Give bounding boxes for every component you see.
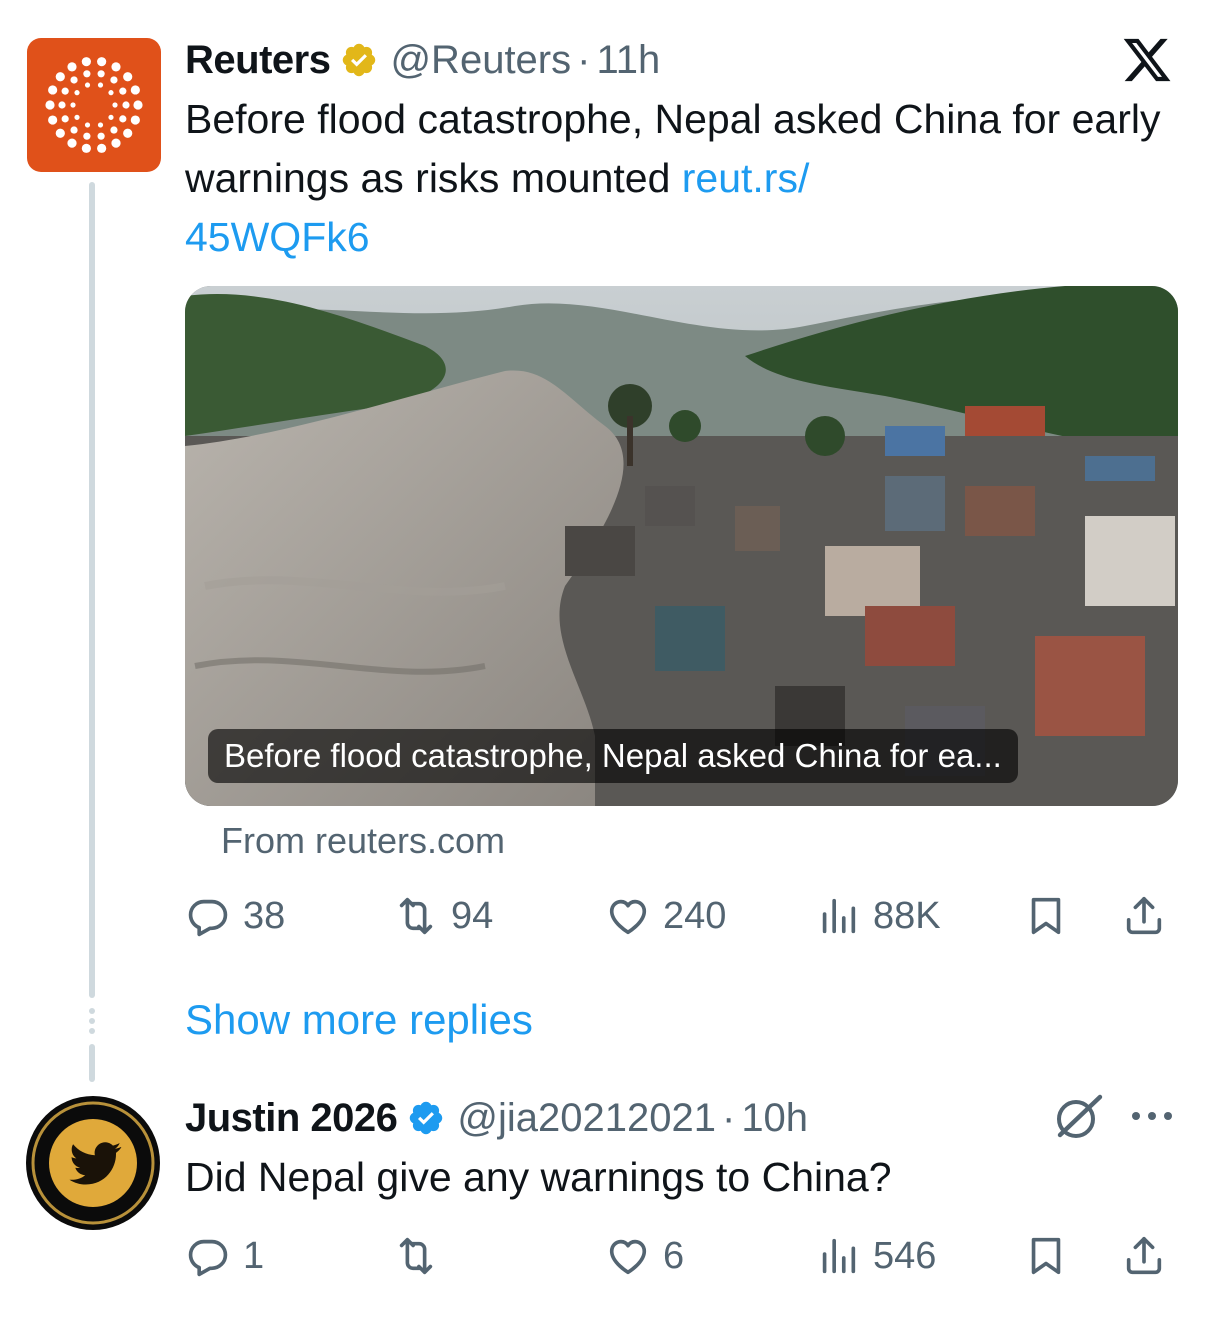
reply-icon <box>188 1239 228 1277</box>
reply-icon <box>188 899 228 937</box>
repost-icon <box>399 897 433 935</box>
views-icon <box>822 898 856 934</box>
like-icon <box>609 1239 647 1275</box>
x-logo-icon[interactable] <box>1118 34 1176 86</box>
grok-icon[interactable] <box>1050 1092 1106 1142</box>
bookmark-icon <box>1031 897 1061 935</box>
card-source[interactable]: From reuters.com <box>221 820 505 862</box>
views-button[interactable]: 546 <box>815 1226 936 1286</box>
like-button[interactable]: 6 <box>605 1226 684 1286</box>
thread-line <box>89 182 95 998</box>
flood-photo <box>185 286 1178 806</box>
share-button[interactable] <box>1121 1226 1167 1286</box>
tweet-actions: 38 94 240 88K <box>185 886 1175 946</box>
repost-icon <box>399 1237 433 1275</box>
bookmark-icon <box>1031 1237 1061 1275</box>
share-button[interactable] <box>1121 886 1167 946</box>
like-count: 240 <box>663 894 727 937</box>
reply-text: Did Nepal give any warnings to China? <box>185 1154 892 1200</box>
reuters-logo-icon <box>45 57 143 153</box>
link-card-image[interactable] <box>185 286 1178 806</box>
views-button[interactable]: 88K <box>815 886 941 946</box>
bookmark-button[interactable] <box>1023 1226 1069 1286</box>
show-more-replies-link[interactable]: Show more replies <box>185 996 533 1044</box>
separator: · <box>577 37 591 82</box>
reuters-avatar[interactable] <box>27 38 161 172</box>
views-count: 546 <box>873 1234 937 1277</box>
views-count: 88K <box>873 894 941 937</box>
author-name[interactable]: Reuters <box>185 38 331 83</box>
thread-line-lower <box>89 1044 95 1082</box>
bookmark-button[interactable] <box>1023 886 1069 946</box>
views-icon <box>822 1238 856 1274</box>
share-icon <box>1126 896 1162 935</box>
share-icon <box>1126 1236 1162 1275</box>
reply-time[interactable]: 10h <box>741 1096 808 1141</box>
repost-button[interactable] <box>393 1226 451 1286</box>
reply-count: 38 <box>243 894 286 937</box>
thread-gap-dots <box>89 1008 95 1034</box>
tweet-body: Before flood catastrophe, Nepal asked Ch… <box>185 96 1161 201</box>
justin-avatar[interactable] <box>26 1096 160 1230</box>
reply-author-name[interactable]: Justin 2026 <box>185 1096 398 1141</box>
more-icon[interactable] <box>1128 1102 1176 1130</box>
tweet-time[interactable]: 11h <box>596 38 660 83</box>
tweet-link-part1[interactable]: reut.rs/ <box>682 155 810 201</box>
repost-button[interactable]: 94 <box>393 886 493 946</box>
separator: · <box>721 1095 736 1140</box>
reply-button[interactable]: 38 <box>185 886 285 946</box>
card-caption: Before flood catastrophe, Nepal asked Ch… <box>208 729 1018 783</box>
like-icon <box>609 899 647 935</box>
like-count: 6 <box>663 1234 685 1277</box>
tweet-link-part2[interactable]: 45WQFk6 <box>185 214 370 260</box>
tweet-header: Reuters @Reuters · 11h <box>185 32 660 88</box>
reply-button[interactable]: 1 <box>185 1226 264 1286</box>
tweet-text: Before flood catastrophe, Nepal asked Ch… <box>185 90 1175 267</box>
like-button[interactable]: 240 <box>605 886 726 946</box>
verified-badge-icon <box>343 43 376 77</box>
author-handle[interactable]: @Reuters <box>390 38 571 83</box>
verified-badge-icon <box>410 1101 443 1135</box>
reply-actions: 1 6 546 <box>185 1226 1175 1286</box>
reply-count: 1 <box>243 1234 265 1277</box>
bird-icon <box>31 1101 155 1225</box>
reply-author-handle[interactable]: @jia20212021 <box>457 1096 716 1141</box>
repost-count: 94 <box>451 894 494 937</box>
reply-header: Justin 2026 @jia20212021 · 10h <box>185 1090 808 1146</box>
